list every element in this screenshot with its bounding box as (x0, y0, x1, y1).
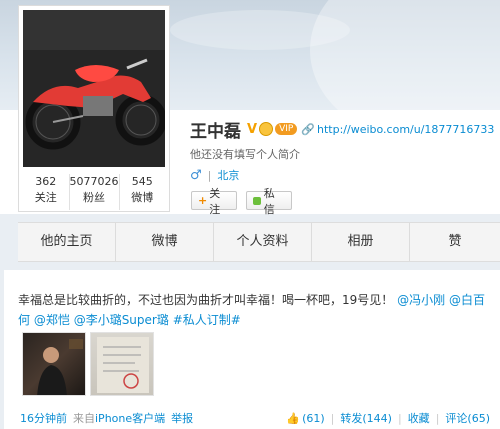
post-image-thumbnail[interactable] (90, 332, 154, 396)
favorite-link[interactable]: 收藏 (408, 410, 430, 426)
message-label: 私信 (263, 186, 275, 216)
tab-profile-info[interactable]: 个人资料 (214, 223, 312, 261)
tab-album[interactable]: 相册 (312, 223, 410, 261)
mention-link[interactable]: @李小璐Super璐 (74, 313, 169, 327)
link-icon: 🔗 (301, 122, 316, 136)
smile-icon[interactable] (259, 122, 274, 136)
stat-label: 粉丝 (83, 191, 105, 204)
message-icon (253, 196, 261, 205)
location-link[interactable]: 北京 (217, 167, 239, 183)
like-count[interactable]: (61) (302, 412, 325, 425)
report-link[interactable]: 举报 (171, 410, 193, 426)
tab-weibo[interactable]: 微博 (116, 223, 214, 261)
profile-url-link[interactable]: http://weibo.com/u/1877716733 (317, 123, 494, 136)
post-image-thumbnail[interactable] (22, 332, 86, 396)
message-button[interactable]: 私信 (246, 187, 292, 216)
divider: | (207, 168, 212, 182)
post-footer: 16分钟前 来自 iPhone客户端 举报 👍 (61) | 转发(144) |… (20, 410, 490, 426)
cover-decoration (310, 0, 500, 110)
plus-icon: + (198, 194, 208, 207)
client-link[interactable]: iPhone客户端 (95, 410, 165, 426)
stat-label: 关注 (34, 191, 57, 204)
follow-button[interactable]: + 关注 (191, 187, 237, 216)
from-label: 来自 (73, 412, 95, 425)
stat-label: 微博 (131, 191, 154, 204)
mention-link[interactable]: @郑恺 (34, 313, 70, 327)
stat-number: 545 (131, 175, 153, 188)
location-row: ♂ | 北京 (190, 167, 239, 183)
stat-posts[interactable]: 545 微博 (120, 174, 166, 210)
profile-stats: 362 关注 5077026 粉丝 545 微博 (23, 174, 165, 210)
feed-post: 幸福总是比较曲折的，不过也因为曲折才叫幸福！喝一杯吧，19号见！ @冯小刚 @白… (4, 270, 500, 429)
name-row: 王中磊 V VIP 🔗 http://weibo.com/u/187771673… (190, 118, 494, 142)
hashtag-link[interactable]: #私人订制# (173, 313, 241, 327)
stat-following[interactable]: 362 关注 (23, 174, 70, 210)
comment-link[interactable]: 评论(65) (445, 410, 490, 426)
profile-nav: 他的主页 微博 个人资料 相册 赞 (18, 222, 500, 262)
profile-bio: 他还没有填写个人简介 (190, 148, 300, 161)
tab-likes[interactable]: 赞 (410, 223, 500, 261)
verified-badge[interactable]: V (247, 122, 257, 137)
male-icon: ♂ (190, 167, 202, 183)
tab-home[interactable]: 他的主页 (18, 223, 116, 261)
mention-link[interactable]: @冯小刚 (397, 293, 445, 307)
avatar[interactable] (23, 10, 165, 167)
follow-label: 关注 (209, 186, 221, 216)
post-text: 幸福总是比较曲折的，不过也因为曲折才叫幸福！喝一杯吧，19号见！ @冯小刚 @白… (18, 290, 496, 330)
post-actions: 👍 (61) | 转发(144) | 收藏 | 评论(65) (286, 410, 490, 426)
profile-name: 王中磊 (190, 121, 241, 142)
post-body: 幸福总是比较曲折的，不过也因为曲折才叫幸福！喝一杯吧，19号见！ (18, 293, 394, 307)
cover-decoration (170, 10, 350, 50)
thumb-up-icon[interactable]: 👍 (286, 412, 300, 425)
divider: | (435, 411, 440, 425)
vip-badge[interactable]: VIP (275, 123, 298, 135)
stat-number: 5077026 (69, 175, 119, 188)
stat-followers[interactable]: 5077026 粉丝 (70, 174, 120, 210)
avatar-box: 362 关注 5077026 粉丝 545 微博 (18, 5, 170, 212)
post-time[interactable]: 16分钟前 (20, 410, 67, 426)
repost-link[interactable]: 转发(144) (340, 410, 392, 426)
stat-number: 362 (35, 175, 57, 188)
divider: | (397, 411, 402, 425)
divider: | (330, 411, 335, 425)
